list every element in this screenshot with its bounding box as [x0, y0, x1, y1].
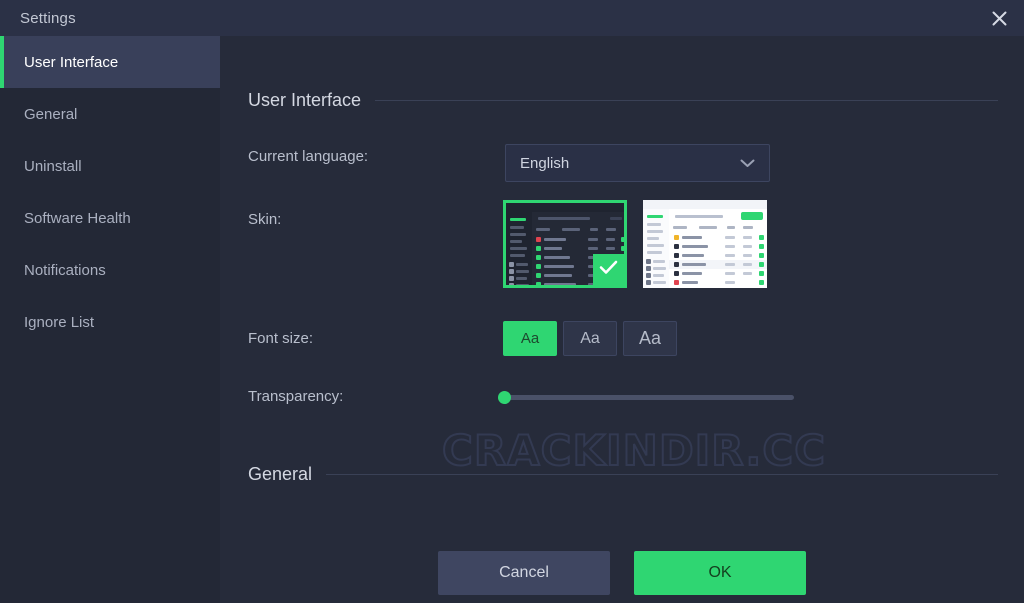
- sidebar-item-label: General: [24, 105, 78, 123]
- section-header-user-interface: User Interface: [248, 90, 998, 111]
- sidebar: User Interface General Uninstall Softwar…: [0, 36, 220, 603]
- font-size-label: Font size:: [248, 330, 314, 347]
- sidebar-item-software-health[interactable]: Software Health: [0, 192, 220, 244]
- language-label: Current language:: [248, 148, 369, 165]
- transparency-label: Transparency:: [248, 388, 344, 405]
- sidebar-item-label: Software Health: [24, 209, 131, 227]
- skin-selected-badge: [593, 254, 624, 285]
- section-title: User Interface: [248, 90, 362, 110]
- font-size-group: Aa Aa Aa: [503, 321, 677, 356]
- settings-dialog: Settings User Interface General Uninstal…: [0, 0, 1024, 603]
- sidebar-item-ignore-list[interactable]: Ignore List: [0, 296, 220, 348]
- language-value: English: [520, 154, 570, 172]
- section-header-general: General: [248, 464, 998, 485]
- sidebar-item-uninstall[interactable]: Uninstall: [0, 140, 220, 192]
- check-icon: [599, 260, 618, 280]
- sidebar-item-notifications[interactable]: Notifications: [0, 244, 220, 296]
- sidebar-item-label: Uninstall: [24, 157, 82, 175]
- window-title: Settings: [20, 9, 76, 27]
- slider-handle[interactable]: [498, 391, 511, 404]
- font-size-small-button[interactable]: Aa: [503, 321, 557, 356]
- ok-button[interactable]: OK: [634, 551, 806, 595]
- skin-preview-light: [643, 200, 767, 288]
- transparency-slider[interactable]: [498, 388, 794, 406]
- sidebar-item-user-interface[interactable]: User Interface: [0, 36, 220, 88]
- font-size-large-button[interactable]: Aa: [623, 321, 677, 356]
- language-select[interactable]: English: [505, 144, 770, 182]
- sidebar-item-general[interactable]: General: [0, 88, 220, 140]
- chevron-down-icon: [740, 159, 755, 168]
- section-title: General: [248, 464, 313, 484]
- slider-track: [498, 395, 794, 400]
- skin-option-light[interactable]: [643, 200, 767, 288]
- skin-option-dark[interactable]: [503, 200, 627, 288]
- sidebar-item-label: User Interface: [24, 53, 119, 71]
- title-bar: Settings: [0, 0, 1024, 36]
- skin-label: Skin:: [248, 211, 282, 228]
- sidebar-item-label: Ignore List: [24, 313, 95, 331]
- settings-content: User Interface Current language: English…: [220, 36, 1024, 603]
- close-icon: [991, 10, 1008, 27]
- cancel-button[interactable]: Cancel: [438, 551, 610, 595]
- section-divider: [326, 474, 998, 475]
- section-divider: [375, 100, 998, 101]
- sidebar-item-label: Notifications: [24, 261, 106, 279]
- font-size-medium-button[interactable]: Aa: [563, 321, 617, 356]
- close-button[interactable]: [984, 4, 1014, 32]
